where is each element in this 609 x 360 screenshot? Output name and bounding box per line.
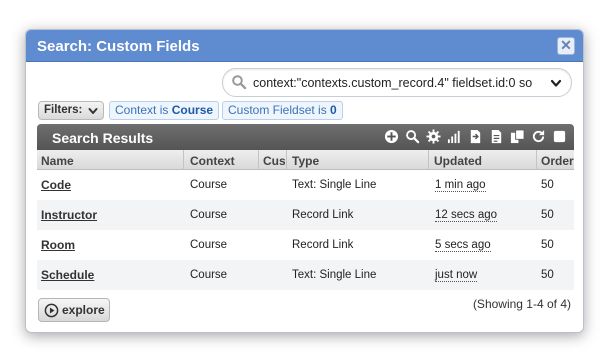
- row-name-link[interactable]: Code: [41, 178, 71, 192]
- filters-label: Filters:: [44, 104, 83, 116]
- search-query: context:"contexts.custom_record.4" field…: [253, 76, 533, 90]
- column-header-updated[interactable]: Updated: [434, 154, 534, 168]
- bar-chart-icon[interactable]: [447, 129, 462, 144]
- export-icon[interactable]: [489, 129, 504, 144]
- row-order: 50: [541, 179, 554, 191]
- table-row: Room Course Record Link 5 secs ago 50: [37, 230, 574, 260]
- page: Search: Custom Fields ✕ context:"context…: [0, 0, 609, 360]
- explore-button[interactable]: explore: [38, 298, 110, 322]
- results-title: Search Results: [52, 130, 154, 146]
- column-divider: [258, 150, 259, 170]
- chevron-down-icon[interactable]: [550, 77, 562, 89]
- row-name-link[interactable]: Room: [41, 238, 75, 252]
- column-divider: [183, 150, 184, 170]
- explore-label: explore: [62, 303, 105, 317]
- table-row: Instructor Course Record Link 12 secs ag…: [37, 200, 574, 230]
- row-order: 50: [541, 209, 554, 221]
- row-updated: 5 secs ago: [435, 239, 491, 252]
- column-header-context[interactable]: Context: [190, 154, 258, 168]
- close-icon: ✕: [560, 37, 572, 53]
- results-header: Search Results: [37, 124, 574, 150]
- row-context: Course: [190, 209, 228, 221]
- search-icon[interactable]: [405, 129, 420, 144]
- add-icon[interactable]: [384, 129, 399, 144]
- row-updated: 12 secs ago: [435, 209, 498, 222]
- row-order: 50: [541, 239, 554, 251]
- filter-chip-context[interactable]: Context is Course: [109, 101, 220, 120]
- import-icon[interactable]: [468, 129, 483, 144]
- filter-chip-value: Course: [171, 103, 214, 117]
- pagination-summary: (Showing 1-4 of 4): [472, 297, 571, 311]
- copy-icon[interactable]: [510, 129, 525, 144]
- row-type: Text: Single Line: [292, 179, 377, 191]
- gear-icon[interactable]: [426, 129, 441, 144]
- results-column-headers: Name Context Custom Fieldset Type Update…: [37, 150, 574, 170]
- search-input[interactable]: context:"contexts.custom_record.4" field…: [222, 68, 572, 97]
- search-dialog: Search: Custom Fields ✕ context:"context…: [25, 29, 584, 333]
- table-row: Schedule Course Text: Single Line just n…: [37, 260, 574, 290]
- table-row: Code Course Text: Single Line 1 min ago …: [37, 170, 574, 200]
- dialog-title: Search: Custom Fields: [37, 38, 200, 55]
- filter-chip-prefix: Custom Fieldset is: [228, 103, 331, 117]
- play-circle-icon: [44, 303, 59, 318]
- chevron-down-icon: [88, 108, 98, 114]
- row-context: Course: [190, 239, 228, 251]
- checkbox-icon[interactable]: [552, 129, 567, 144]
- column-header-type[interactable]: Type: [292, 154, 422, 168]
- close-button[interactable]: ✕: [557, 37, 575, 55]
- column-divider: [286, 150, 287, 170]
- row-name-link[interactable]: Instructor: [41, 208, 97, 222]
- results-toolbar: [384, 129, 568, 145]
- search-icon: [232, 75, 247, 90]
- column-header-custom-fieldset[interactable]: Custom Fieldset: [263, 154, 285, 168]
- search-results-panel: Search Results Name Context Cus Type Upd…: [37, 124, 574, 290]
- row-updated: 1 min ago: [435, 179, 486, 192]
- column-divider: [428, 150, 429, 170]
- filter-chip-fieldset[interactable]: Custom Fieldset is 0: [222, 101, 343, 120]
- row-order: 50: [541, 269, 554, 281]
- filter-chip-value: 0: [330, 103, 337, 117]
- dialog-titlebar: Search: Custom Fields ✕: [26, 30, 583, 62]
- row-type: Text: Single Line: [292, 269, 377, 281]
- row-updated: just now: [435, 269, 478, 282]
- filters-button[interactable]: Filters:: [38, 101, 104, 120]
- row-type: Record Link: [292, 239, 354, 251]
- filter-chip-prefix: Context is: [115, 103, 172, 117]
- row-name-link[interactable]: Schedule: [41, 268, 94, 282]
- column-header-order[interactable]: Order: [541, 154, 574, 168]
- row-context: Course: [190, 269, 228, 281]
- column-header-name[interactable]: Name: [41, 154, 181, 168]
- row-type: Record Link: [292, 209, 354, 221]
- column-divider: [536, 150, 537, 170]
- refresh-icon[interactable]: [531, 129, 546, 144]
- row-context: Course: [190, 179, 228, 191]
